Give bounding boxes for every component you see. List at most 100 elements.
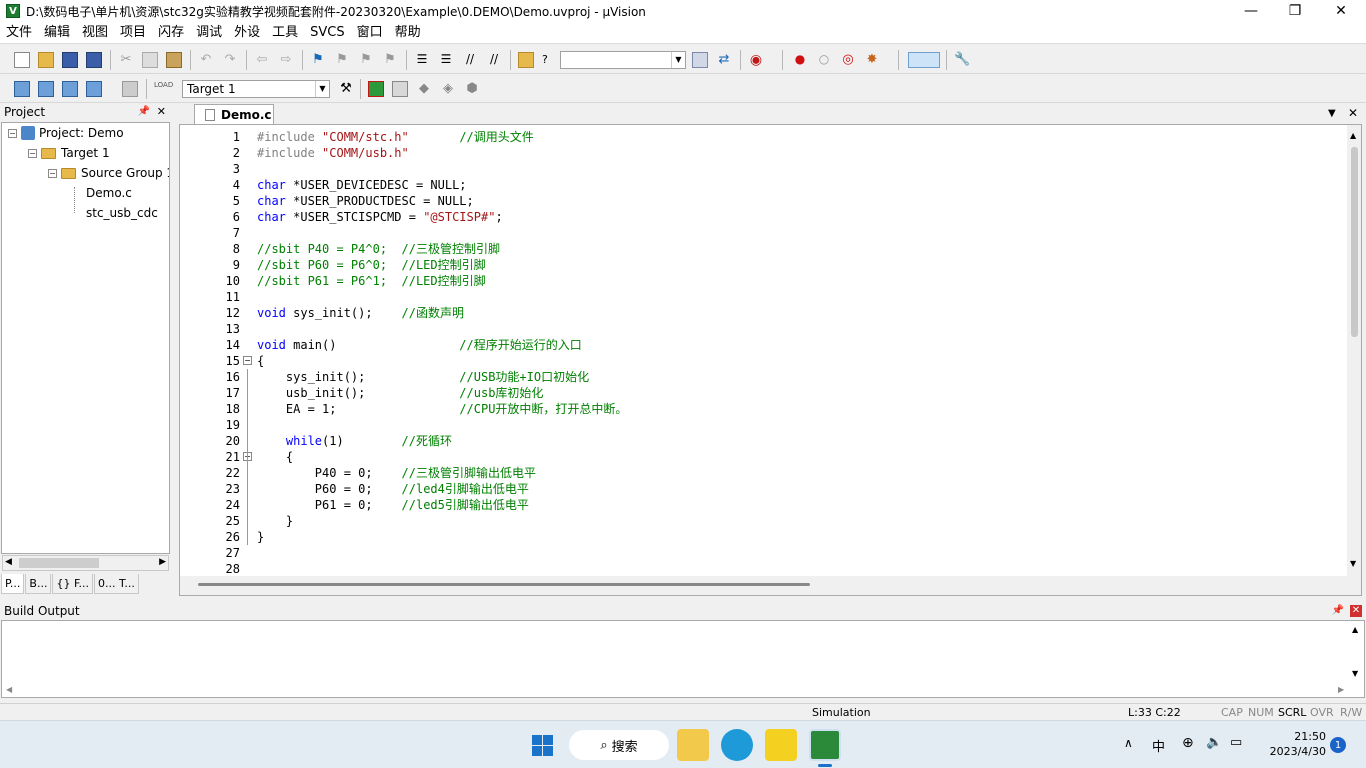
scroll-up-icon[interactable]: ▲	[1350, 131, 1356, 140]
menu-debug[interactable]: 调试	[190, 23, 228, 43]
translate-icon[interactable]	[14, 81, 30, 97]
code-line[interactable]: //sbit P61 = P6^1; //LED控制引脚	[257, 273, 486, 289]
next-bookmark-icon[interactable]: ⚑	[358, 52, 374, 68]
close-tab-icon[interactable]: ✕	[1348, 106, 1358, 120]
code-line[interactable]: //sbit P40 = P4^0; //三极管控制引脚	[257, 241, 500, 257]
disable-all-breakpoints-icon[interactable]: ◎	[840, 52, 856, 68]
copy-icon[interactable]	[142, 52, 158, 68]
tab-templates[interactable]: 0... T...	[94, 574, 139, 594]
disable-breakpoint-icon[interactable]: ○	[816, 52, 832, 68]
code-line[interactable]: sys_init(); //USB功能+IO口初始化	[257, 369, 589, 385]
comment-icon[interactable]: //	[462, 52, 478, 68]
target-select[interactable]: Target 1 ▼	[182, 80, 330, 98]
bookmark-icon[interactable]: ⚑	[310, 52, 326, 68]
chevron-up-icon[interactable]: ∧	[1124, 736, 1133, 750]
menu-peripherals[interactable]: 外设	[228, 23, 266, 43]
nav-forward-icon[interactable]: ⇨	[278, 52, 294, 68]
code-line[interactable]: while(1) //死循环	[257, 433, 452, 449]
pin-icon[interactable]: 📌	[138, 103, 150, 121]
tree-item-target[interactable]: − Target 1	[28, 143, 110, 163]
close-panel-icon[interactable]: ✕	[1350, 605, 1362, 617]
build-icon[interactable]	[38, 81, 54, 97]
scroll-down-icon[interactable]: ▼	[1350, 559, 1356, 568]
menu-flash[interactable]: 闪存	[152, 23, 190, 43]
scroll-left-icon[interactable]: ◀	[5, 557, 12, 567]
breakpoint-icon[interactable]: ●	[792, 52, 808, 68]
pack-installer-icon[interactable]: ⬢	[464, 81, 480, 97]
batch-build-icon[interactable]	[86, 81, 102, 97]
save-all-icon[interactable]	[86, 52, 102, 68]
open-folder-icon[interactable]	[38, 52, 54, 68]
code-line[interactable]: char *USER_PRODUCTDESC = NULL;	[257, 193, 474, 209]
close-panel-icon[interactable]: ✕	[157, 103, 166, 121]
code-line[interactable]: void sys_init(); //函数声明	[257, 305, 464, 321]
kill-breakpoints-icon[interactable]: ✸	[864, 52, 880, 68]
menu-edit[interactable]: 编辑	[38, 23, 76, 43]
menu-window[interactable]: 窗口	[351, 23, 389, 43]
collapse-icon[interactable]: −	[48, 168, 57, 178]
target-options-icon[interactable]: ⚒	[338, 81, 354, 97]
find-in-files-icon[interactable]	[518, 52, 534, 68]
fold-collapse-icon[interactable]: −	[243, 356, 252, 365]
code-line[interactable]: P40 = 0; //三极管引脚输出低电平	[257, 465, 536, 481]
clear-bookmarks-icon[interactable]: ⚑	[382, 52, 398, 68]
maximize-button[interactable]: ❐	[1272, 0, 1318, 22]
nav-back-icon[interactable]: ⇦	[254, 52, 270, 68]
tree-item-project[interactable]: − Project: Demo	[8, 123, 124, 143]
code-line[interactable]: {	[257, 353, 264, 369]
close-window-button[interactable]: ✕	[1318, 0, 1364, 22]
indent-icon[interactable]: ☰	[414, 52, 430, 68]
file-explorer-icon[interactable]	[677, 729, 709, 761]
pin-icon[interactable]: 📌	[1332, 602, 1344, 620]
code-line[interactable]: usb_init(); //usb库初始化	[257, 385, 544, 401]
project-hscrollbar[interactable]: ◀ ▶	[2, 555, 169, 571]
tree-item-source-group[interactable]: − Source Group 1	[48, 163, 169, 183]
code-editor[interactable]: 1 #include "COMM/stc.h" //调用头文件 2 #include …	[179, 124, 1362, 596]
tab-project[interactable]: P...	[1, 574, 25, 594]
window-layout-icon[interactable]	[908, 52, 940, 68]
code-line[interactable]: }	[257, 529, 264, 545]
notification-badge[interactable]: 1	[1330, 737, 1346, 753]
download-icon[interactable]: LOAD	[154, 81, 173, 97]
media-player-icon[interactable]	[765, 729, 797, 761]
find-references-icon[interactable]: ⇄	[716, 52, 732, 68]
save-icon[interactable]	[62, 52, 78, 68]
network-icon[interactable]: ⊕	[1182, 735, 1194, 751]
manage-components-icon[interactable]	[368, 81, 384, 97]
menu-view[interactable]: 视图	[76, 23, 114, 43]
new-file-icon[interactable]	[14, 52, 30, 68]
menu-tools[interactable]: 工具	[266, 23, 304, 43]
code-line[interactable]: #include "COMM/usb.h"	[257, 145, 409, 161]
unindent-icon[interactable]: ☰	[438, 52, 454, 68]
uvision-taskbar-icon[interactable]	[809, 729, 841, 761]
find-combo[interactable]: ▼	[560, 51, 686, 69]
debug-session-icon[interactable]: ◉	[748, 52, 764, 68]
tab-functions[interactable]: {} F...	[52, 574, 94, 594]
clock[interactable]: 21:50 2023/4/30	[1256, 729, 1326, 759]
code-line[interactable]: void main() //程序开始运行的入口	[257, 337, 582, 353]
select-packs-icon[interactable]: ◆	[416, 81, 432, 97]
menu-file[interactable]: 文件	[0, 23, 38, 43]
tab-list-dropdown-icon[interactable]: ▼	[1328, 108, 1336, 119]
scroll-right-icon[interactable]: ▶	[159, 557, 166, 567]
code-line[interactable]: #include "COMM/stc.h" //调用头文件	[257, 129, 534, 145]
tree-item-file[interactable]: Demo.c	[86, 183, 132, 203]
undo-icon[interactable]: ↶	[198, 52, 214, 68]
ime-indicator[interactable]: 中	[1152, 736, 1165, 755]
volume-icon[interactable]: 🔈	[1206, 735, 1222, 750]
stop-build-icon[interactable]	[122, 81, 138, 97]
uncomment-icon[interactable]: //	[486, 52, 502, 68]
editor-tab-demo-c[interactable]: Demo.c	[194, 104, 274, 124]
code-line[interactable]: EA = 1; //CPU开放中断，打开总中断。	[257, 401, 628, 417]
menu-help[interactable]: 帮助	[389, 23, 427, 43]
collapse-icon[interactable]: −	[8, 128, 17, 138]
code-line[interactable]: char *USER_STCISPCMD = "@STCISP#";	[257, 209, 503, 225]
battery-icon[interactable]: ▭	[1230, 735, 1242, 750]
editor-hscrollbar[interactable]	[180, 576, 1361, 595]
cut-icon[interactable]: ✂	[118, 52, 134, 68]
scroll-right-icon[interactable]: ▶	[1338, 685, 1344, 694]
code-line[interactable]: }	[257, 513, 293, 529]
incremental-find-icon[interactable]	[692, 52, 708, 68]
code-line[interactable]: P60 = 0; //led4引脚输出低电平	[257, 481, 529, 497]
code-line[interactable]: P61 = 0; //led5引脚输出低电平	[257, 497, 529, 513]
